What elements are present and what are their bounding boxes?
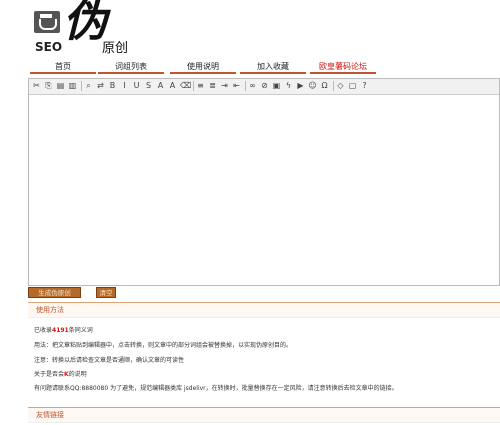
about-line: 关于是否会K的说明 [34, 371, 87, 378]
logo-seo-text: SEO [35, 40, 63, 54]
image-icon[interactable]: ▣ [272, 81, 281, 91]
find-icon[interactable]: ⌕ [84, 81, 93, 91]
toolbar-separator [245, 81, 246, 91]
nav-item-2[interactable]: 使用说明 [170, 61, 236, 74]
bold-icon[interactable]: B [108, 81, 117, 91]
site-logo[interactable]: SEO 伪 原创 [30, 0, 170, 58]
toolbar-separator [193, 81, 194, 91]
friend-links-section: 友情链接 [28, 405, 500, 425]
strike-icon[interactable]: S [144, 81, 153, 91]
remove-format-icon[interactable]: ⌫ [180, 81, 191, 91]
link-icon[interactable]: ∞ [248, 81, 257, 91]
rich-text-editor: ✂ ⎘ ▤ ▥ ⌕ ⇄ B I U S A A ⌫ ≡ ≣ ⇥ ⇤ ∞ ⊘ ▣ ϟ ▶ ☺ Ω ◇ ▢? [28, 78, 500, 286]
contact-line: 有问题请联系QQ:8880080 为了避免，规范编辑器类库 jsdelivr，在… [34, 385, 398, 392]
logo-subtitle: 原创 [102, 41, 129, 56]
toolbar-separator [333, 81, 334, 91]
editor-content-area[interactable] [29, 95, 499, 285]
outdent-icon[interactable]: ⇤ [232, 81, 241, 91]
unlink-icon[interactable]: ⊘ [260, 81, 269, 91]
emoticon-icon[interactable]: ☺ [308, 81, 317, 91]
cut-icon[interactable]: ✂ [32, 81, 41, 91]
usage-line: 用法：把文章粘贴到编辑器中，点击转换，则文章中的部分词组会被替换掉，以实现伪原创… [34, 342, 293, 349]
help-icon[interactable]: ? [360, 81, 369, 91]
font-color-icon[interactable]: A [156, 81, 165, 91]
align-center-icon[interactable]: ≣ [208, 81, 217, 91]
bg-color-icon[interactable]: A [168, 81, 177, 91]
main-nav: 首页 词组列表 使用说明 加入收藏 欧皇薯码论坛 [30, 61, 500, 75]
nav-item-4[interactable]: 欧皇薯码论坛 [310, 61, 376, 74]
replace-icon[interactable]: ⇄ [96, 81, 105, 91]
italic-icon[interactable]: I [120, 81, 129, 91]
flash-icon[interactable]: ϟ [284, 81, 293, 91]
source-icon[interactable]: ◇ [336, 81, 345, 91]
clear-button[interactable]: 清空 [96, 287, 116, 298]
editor-toolbar: ✂ ⎘ ▤ ▥ ⌕ ⇄ B I U S A A ⌫ ≡ ≣ ⇥ ⇤ ∞ ⊘ ▣ ϟ ▶ ☺ Ω ◇ ▢? [29, 79, 499, 95]
copy-icon[interactable]: ⎘ [44, 81, 53, 91]
friend-links-title: 友情链接 [36, 411, 64, 419]
generate-button[interactable]: 生成伪原创 [28, 287, 81, 298]
nav-item-0[interactable]: 首页 [30, 61, 96, 74]
preview-icon[interactable]: ▢ [348, 81, 357, 91]
synonym-count: 4191 [52, 327, 69, 334]
paste-text-icon[interactable]: ▥ [68, 81, 77, 91]
coffee-cup-icon [34, 11, 60, 33]
nav-item-3[interactable]: 加入收藏 [240, 61, 306, 74]
toolbar-separator [81, 81, 82, 91]
friend-links-header: 友情链接 [28, 407, 500, 423]
align-left-icon[interactable]: ≡ [196, 81, 205, 91]
usage-section: 使用方法 已收录4191条同义词 用法：把文章粘贴到编辑器中，点击转换，则文章中… [28, 300, 500, 404]
media-icon[interactable]: ▶ [296, 81, 305, 91]
underline-icon[interactable]: U [132, 81, 141, 91]
nav-item-1[interactable]: 词组列表 [98, 61, 164, 74]
usage-header: 使用方法 [28, 302, 500, 318]
logo-main-char: 伪 [63, 0, 107, 47]
indent-icon[interactable]: ⇥ [220, 81, 229, 91]
notice-line: 注意：转换以后请检查文章是否通顺，确认文章的可读性 [34, 357, 185, 364]
special-char-icon[interactable]: Ω [320, 81, 329, 91]
usage-title: 使用方法 [36, 306, 64, 314]
synonym-count-line: 已收录4191条同义词 [34, 327, 93, 334]
paste-icon[interactable]: ▤ [56, 81, 65, 91]
